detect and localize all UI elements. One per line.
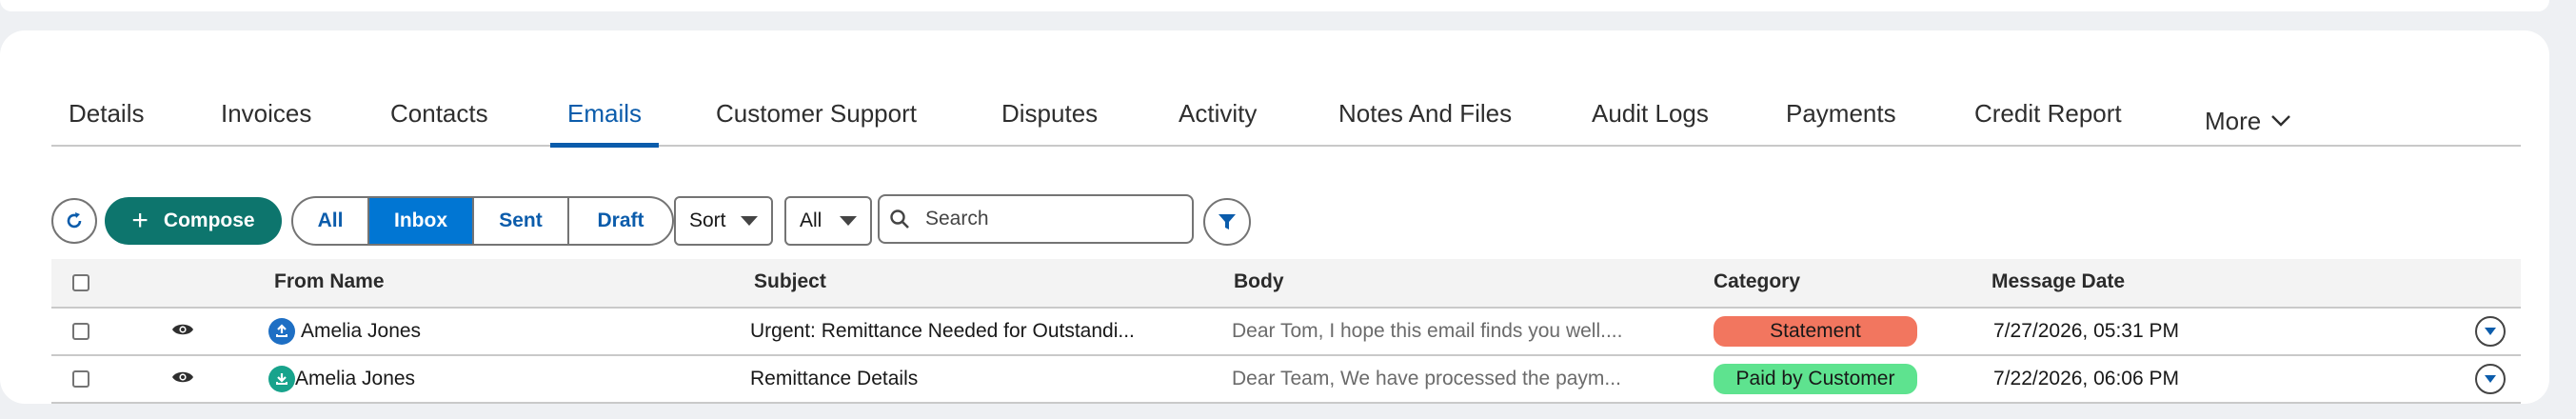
chevron-down-icon [2485, 375, 2496, 383]
type-select-value: All [800, 210, 822, 231]
row-actions-button[interactable] [2475, 316, 2506, 347]
filter-inbox-button[interactable]: Inbox [367, 198, 472, 244]
download-icon [268, 366, 295, 392]
tab-notes-and-files[interactable]: Notes And Files [1338, 99, 1512, 143]
search-input[interactable] [923, 207, 1175, 231]
subject[interactable]: Remittance Details [750, 368, 1188, 390]
tab-invoices[interactable]: Invoices [221, 99, 311, 143]
tab-customer-support[interactable]: Customer Support [716, 99, 917, 143]
compose-button[interactable]: + Compose [105, 197, 282, 245]
tab-audit-logs[interactable]: Audit Logs [1592, 99, 1709, 143]
table-row[interactable]: Amelia Jones Remittance Details Dear Tea… [51, 356, 2521, 404]
tab-details[interactable]: Details [69, 99, 144, 143]
chevron-down-icon [2271, 115, 2291, 127]
tab-activity[interactable]: Activity [1179, 99, 1257, 143]
row-actions-button[interactable] [2475, 364, 2506, 394]
search-field[interactable] [878, 194, 1194, 244]
column-header-body[interactable]: Body [1234, 270, 1284, 293]
mailbox-filter-group: All Inbox Sent Draft [291, 196, 674, 246]
tab-payments[interactable]: Payments [1786, 99, 1896, 143]
filter-all-button[interactable]: All [293, 198, 367, 244]
tab-credit-report[interactable]: Credit Report [1974, 99, 2122, 143]
message-date: 7/22/2026, 06:06 PM [1993, 368, 2179, 389]
top-card [0, 0, 2549, 11]
tab-disputes[interactable]: Disputes [1001, 99, 1098, 143]
filter-button[interactable] [1203, 198, 1251, 246]
compose-label: Compose [163, 210, 255, 231]
filter-draft-button[interactable]: Draft [567, 198, 672, 244]
email-toolbar: + Compose All Inbox Sent Draft Sort All [51, 194, 1270, 249]
upload-icon [268, 318, 295, 345]
column-header-category[interactable]: Category [1714, 270, 1800, 293]
row-checkbox[interactable] [72, 323, 89, 340]
category-badge: Paid by Customer [1714, 364, 1917, 394]
caret-down-icon [840, 216, 857, 226]
body-preview: Dear Team, We have processed the paym... [1232, 368, 1621, 389]
select-all-checkbox[interactable] [72, 274, 89, 291]
sort-label: Sort [689, 210, 726, 231]
from-name: Amelia Jones [295, 368, 416, 389]
search-icon [890, 210, 909, 229]
refresh-button[interactable] [51, 198, 97, 244]
related-tabs-card: Details Invoices Contacts Emails Custome… [0, 30, 2549, 404]
row-checkbox[interactable] [72, 370, 89, 388]
plus-icon: + [131, 205, 149, 236]
table-row[interactable]: Amelia Jones Urgent: Remittance Needed f… [51, 309, 2521, 356]
tab-emails[interactable]: Emails [549, 99, 660, 148]
tab-bar: Details Invoices Contacts Emails Custome… [51, 65, 2521, 148]
tab-contacts[interactable]: Contacts [390, 99, 488, 143]
chevron-down-icon [2485, 328, 2496, 335]
caret-down-icon [741, 216, 758, 226]
funnel-icon [1219, 214, 1236, 229]
filter-sent-button[interactable]: Sent [472, 198, 567, 244]
column-header-message-date[interactable]: Message Date [1991, 270, 2125, 293]
message-date: 7/27/2026, 05:31 PM [1993, 320, 2179, 342]
eye-icon[interactable] [171, 369, 194, 385]
column-header-from-name[interactable]: From Name [274, 270, 385, 293]
type-select[interactable]: All [784, 196, 872, 246]
body-preview: Dear Tom, I hope this email finds you we… [1232, 320, 1623, 342]
tab-more-label: More [2205, 106, 2262, 135]
subject[interactable]: Urgent: Remittance Needed for Outstandi.… [750, 320, 1188, 343]
sort-dropdown[interactable]: Sort [674, 196, 773, 246]
from-name: Amelia Jones [301, 320, 422, 342]
column-header-subject[interactable]: Subject [754, 270, 826, 293]
table-header: From Name Subject Body Category Message … [51, 259, 2521, 309]
eye-icon[interactable] [171, 322, 194, 337]
refresh-icon [67, 212, 82, 229]
emails-table: From Name Subject Body Category Message … [51, 259, 2521, 404]
category-badge: Statement [1714, 316, 1917, 347]
tab-more[interactable]: More [2205, 99, 2291, 143]
